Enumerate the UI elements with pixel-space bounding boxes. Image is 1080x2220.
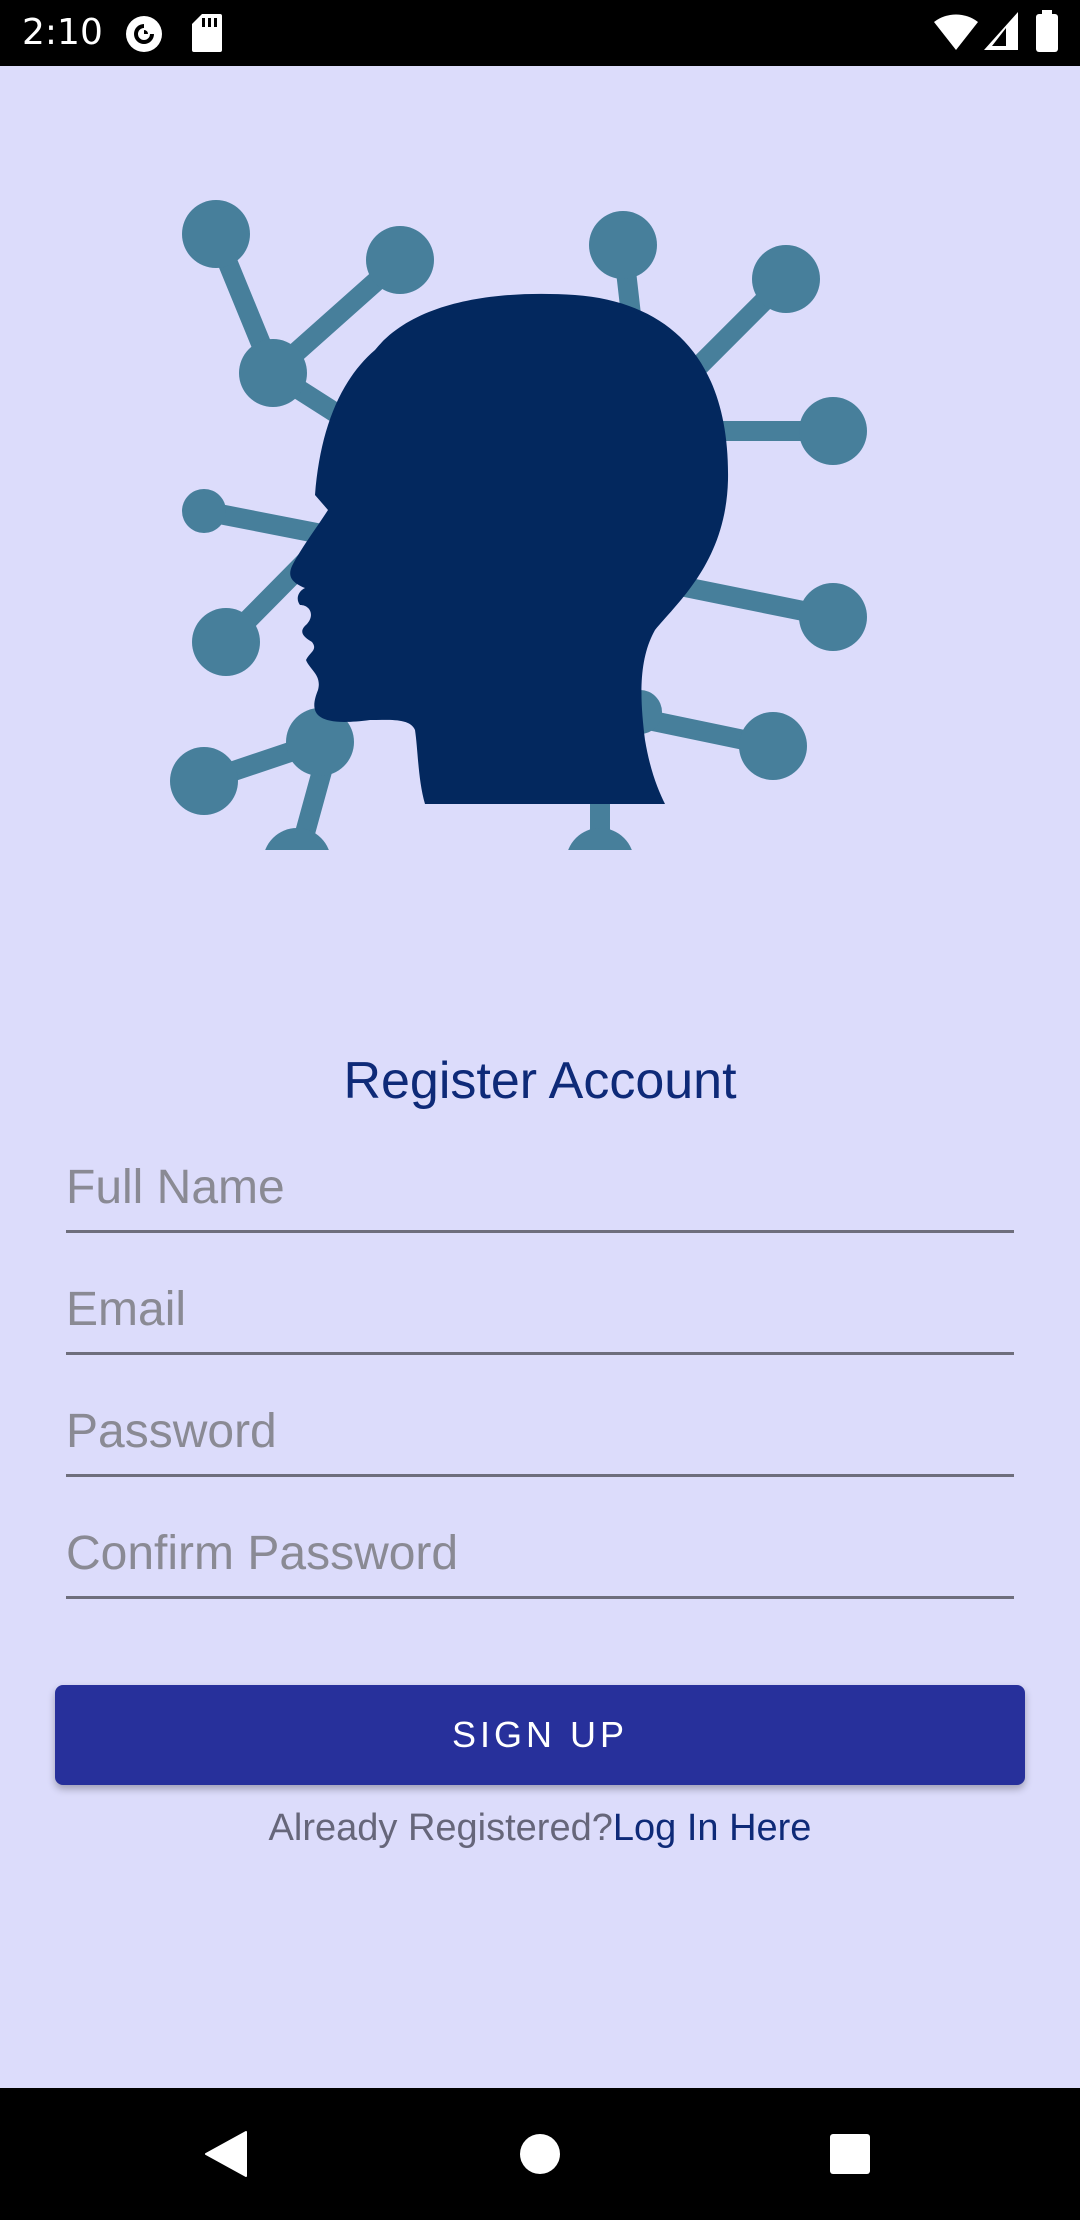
already-registered-text: Already Registered?	[268, 1807, 613, 1849]
back-icon[interactable]	[184, 2112, 268, 2196]
full-name-field	[66, 1140, 1014, 1233]
recents-icon[interactable]	[808, 2112, 892, 2196]
page-title: Register Account	[343, 1052, 737, 1110]
cellular-signal-icon	[984, 12, 1018, 50]
sd-card-icon	[192, 14, 222, 52]
confirm-password-field	[66, 1506, 1014, 1599]
password-field	[66, 1384, 1014, 1477]
full-name-input[interactable]	[66, 1152, 1014, 1222]
sign-up-label: SIGN UP	[451, 1714, 629, 1755]
navigation-bar	[0, 2088, 1080, 2220]
password-input[interactable]	[66, 1396, 1014, 1466]
status-bar: 2:10	[0, 0, 1080, 66]
status-time: 2:10	[22, 12, 103, 53]
sign-up-button[interactable]: SIGN UP	[55, 1685, 1025, 1785]
confirm-password-input[interactable]	[66, 1518, 1014, 1588]
head-network-icon	[160, 130, 880, 850]
email-input[interactable]	[66, 1274, 1014, 1344]
battery-icon	[1036, 10, 1058, 52]
wifi-icon	[934, 12, 978, 50]
login-prompt: Already Registered?Log In Here	[0, 1798, 1080, 1858]
email-field	[66, 1262, 1014, 1355]
pocket-casts-icon	[124, 14, 164, 52]
home-icon[interactable]	[498, 2112, 582, 2196]
log-in-link[interactable]: Log In Here	[613, 1807, 812, 1849]
register-screen: Register Account SIGN UP Already Registe…	[0, 66, 1080, 2088]
